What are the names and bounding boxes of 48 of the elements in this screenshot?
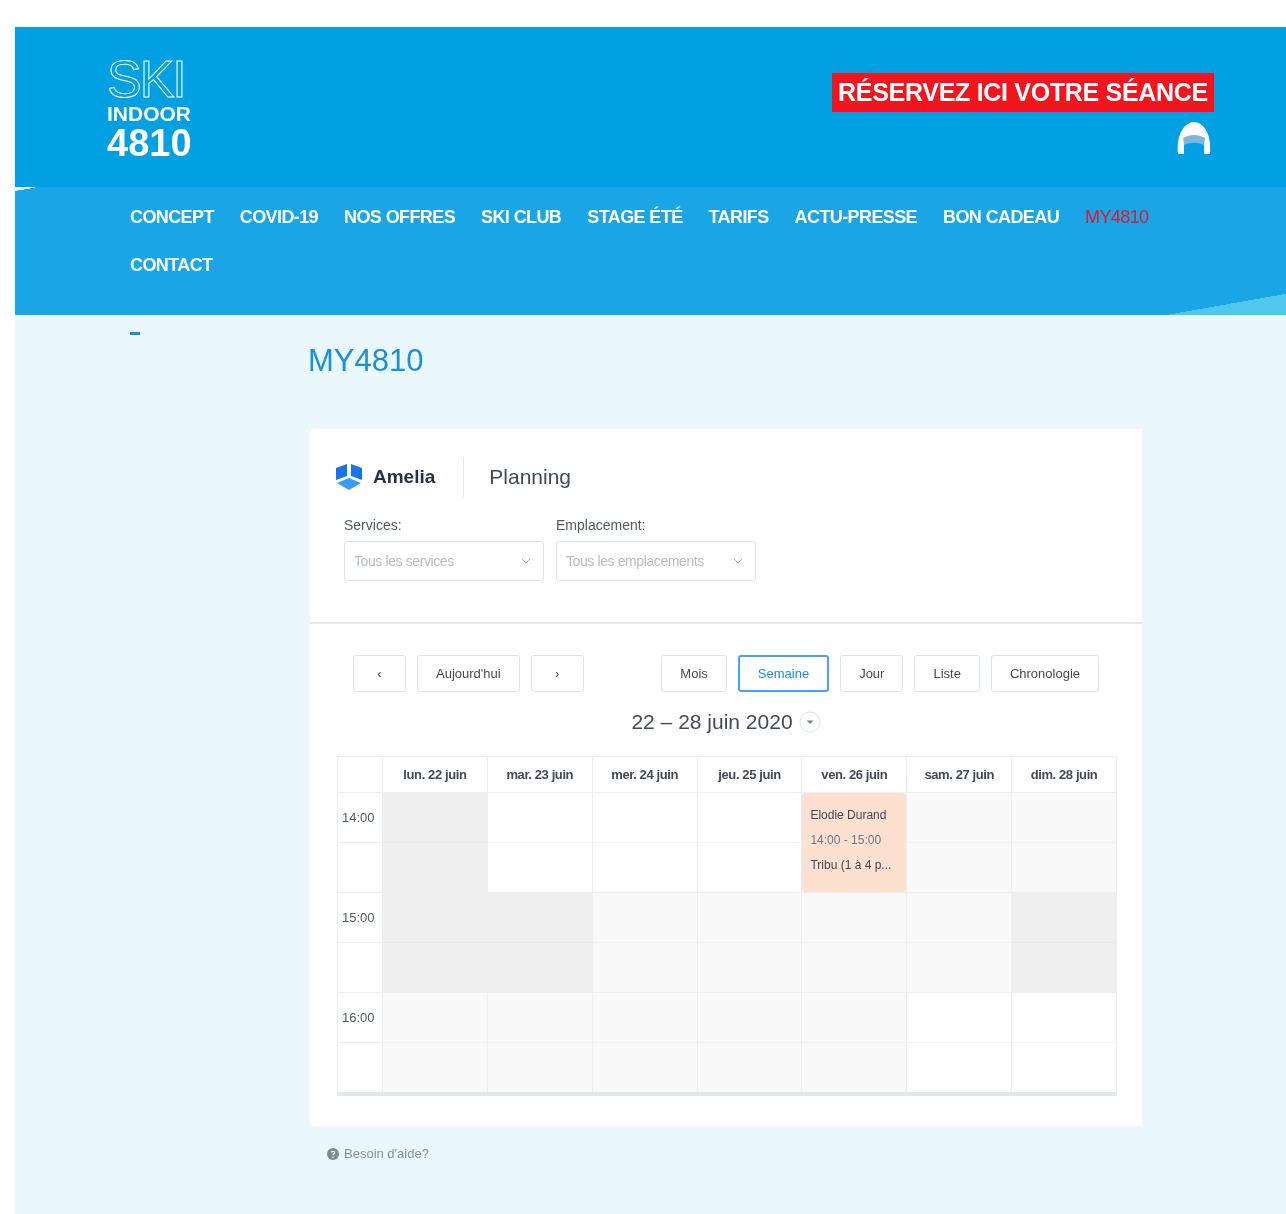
chevron-down-icon xyxy=(521,558,531,564)
nav-link[interactable]: CONTACT xyxy=(130,253,213,277)
time-slot[interactable] xyxy=(1011,992,1116,1092)
nav-link[interactable]: MY4810 xyxy=(1085,205,1149,229)
site-logo[interactable]: SKI INDOOR 4810 xyxy=(107,55,192,162)
filter-label: Services: xyxy=(344,517,403,533)
nav-link[interactable]: STAGE ÉTÉ xyxy=(587,205,683,229)
dropdown-icon[interactable] xyxy=(798,711,821,733)
event-service: Tribu (1 à 4 p... xyxy=(810,857,892,873)
event-time: 14:00 - 15:00 xyxy=(810,832,882,848)
calendar-nav-button[interactable]: › xyxy=(530,655,584,692)
booking-button[interactable]: RÉSERVEZ ICI VOTRE SÉANCE xyxy=(832,73,1214,112)
calendar-nav-button[interactable]: ‹ xyxy=(353,655,406,692)
filter-dropdown[interactable]: Tous les services xyxy=(344,541,544,581)
dash-mark xyxy=(130,332,140,335)
time-slot[interactable] xyxy=(906,892,1012,992)
widget-title: Planning xyxy=(489,465,572,489)
time-slot[interactable] xyxy=(696,792,802,892)
time-slot[interactable] xyxy=(801,992,907,1092)
event-client: Elodie Durand xyxy=(810,807,887,823)
time-slot[interactable] xyxy=(801,892,907,992)
time-slot[interactable] xyxy=(382,992,487,1092)
view-tab[interactable]: Jour xyxy=(840,655,904,692)
filter-dropdown[interactable]: Tous les emplacements xyxy=(556,541,756,581)
nav-link[interactable]: ACTU-PRESSE xyxy=(794,205,918,229)
nav-link[interactable]: COVID-19 xyxy=(239,205,319,229)
time-slot[interactable] xyxy=(906,992,1012,1092)
brand-name: Amelia xyxy=(373,466,436,488)
help-link[interactable]: Besoin d'aide? xyxy=(327,1146,429,1161)
nav-link[interactable]: BON CADEAU xyxy=(943,205,1060,229)
nav-link[interactable]: SKI CLUB xyxy=(481,205,562,229)
view-tab[interactable]: Semaine xyxy=(737,655,830,692)
view-tab[interactable]: Mois xyxy=(661,655,727,692)
time-slot[interactable] xyxy=(906,792,1012,892)
cube-logo-icon xyxy=(334,462,364,492)
event-block[interactable]: Elodie Durand 14:00 - 15:00 Tribu (1 à 4 p... xyxy=(802,793,907,892)
nav-link[interactable]: NOS OFFRES xyxy=(344,205,456,229)
calendar-nav-button[interactable]: Aujourd'hui xyxy=(417,655,520,692)
chevron-down-icon xyxy=(733,558,743,564)
view-tab[interactable]: Chronologie xyxy=(990,655,1099,692)
view-tab[interactable]: Liste xyxy=(914,655,980,692)
nav-link[interactable]: TARIFS xyxy=(708,205,769,229)
page-title: MY4810 xyxy=(308,343,425,379)
nav-link[interactable]: CONCEPT xyxy=(130,205,214,229)
date-range: 22 – 28 juin 2020 xyxy=(631,710,793,734)
help-icon xyxy=(327,1147,339,1160)
time-slot[interactable] xyxy=(696,892,802,992)
filter-label: Emplacement: xyxy=(556,517,647,533)
